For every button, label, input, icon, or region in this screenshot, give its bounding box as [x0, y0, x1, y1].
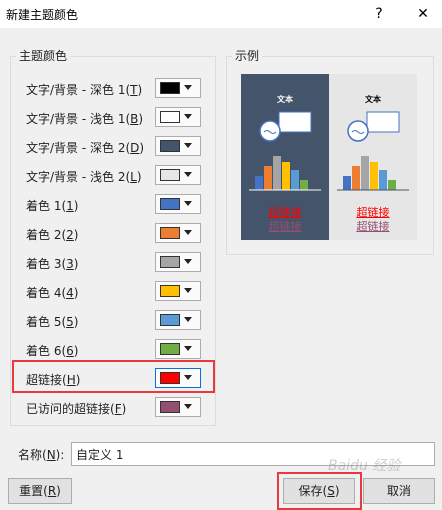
preview-dark-graphic [249, 111, 321, 191]
color-picker-button[interactable] [155, 223, 201, 243]
color-swatch [160, 140, 180, 152]
theme-color-label: 着色 1(1) [26, 199, 79, 213]
theme-color-label: 着色 5(5) [26, 315, 79, 329]
dropdown-arrow-icon [184, 375, 192, 380]
preview-light-textbox [366, 111, 400, 133]
sample-legend: 示例 [232, 47, 263, 64]
preview-light-panel: 文本 超链接 超链接 [329, 74, 417, 240]
color-swatch [160, 343, 180, 355]
preview-dark-visited-link: 超链接 [268, 220, 302, 233]
preview-light-bar-6 [388, 180, 396, 190]
color-picker-button[interactable] [155, 78, 201, 98]
theme-color-label: 着色 6(6) [26, 344, 79, 358]
color-swatch [160, 401, 180, 413]
theme-color-label: 文字/背景 - 深色 2(D) [26, 141, 145, 155]
preview-dark-bar-5 [291, 170, 299, 190]
reset-button[interactable]: 重置(R) [8, 478, 72, 504]
color-swatch [160, 256, 180, 268]
preview-dark-bar-4 [282, 162, 290, 190]
color-swatch [160, 82, 180, 94]
color-swatch [160, 169, 180, 181]
dropdown-arrow-icon [184, 317, 192, 322]
color-picker-button[interactable] [155, 281, 201, 301]
dropdown-arrow-icon [184, 114, 192, 119]
dropdown-arrow-icon [184, 288, 192, 293]
dropdown-arrow-icon [184, 259, 192, 264]
color-picker-button[interactable] [155, 252, 201, 272]
name-label: 名称(N): [18, 448, 65, 462]
theme-color-label: 已访问的超链接(F) [26, 402, 127, 416]
dropdown-arrow-icon [184, 404, 192, 409]
preview-light-text: 文本 [365, 95, 381, 104]
color-picker-button[interactable] [155, 165, 201, 185]
color-swatch [160, 285, 180, 297]
watermark: Baidu 经验 [328, 458, 401, 474]
preview-light-bar-5 [379, 170, 387, 190]
color-swatch [160, 372, 180, 384]
dropdown-arrow-icon [184, 172, 192, 177]
theme-color-label: 文字/背景 - 深色 1(T) [26, 83, 143, 97]
color-picker-button[interactable] [155, 339, 201, 359]
color-picker-button[interactable] [155, 136, 201, 156]
color-picker-button[interactable] [155, 310, 201, 330]
theme-color-label: 超链接(H) [26, 373, 81, 387]
color-swatch [160, 198, 180, 210]
color-swatch [160, 111, 180, 123]
preview-dark-textbox [278, 111, 312, 133]
preview-dark-bar-2 [264, 166, 272, 190]
preview-light-bar-1 [343, 176, 351, 190]
save-button[interactable]: 保存(S) [283, 478, 355, 504]
color-swatch [160, 227, 180, 239]
preview-dark-text: 文本 [277, 95, 293, 104]
cancel-button[interactable]: 取消 [363, 478, 435, 504]
theme-color-label: 着色 4(4) [26, 286, 79, 300]
window-title: 新建主题颜色 [6, 8, 79, 22]
color-swatch [160, 314, 180, 326]
preview-dark-bar-1 [255, 176, 263, 190]
dropdown-arrow-icon [184, 230, 192, 235]
preview-light-bar-4 [370, 162, 378, 190]
preview-light-bar-3 [361, 156, 369, 190]
preview-light-visited-link: 超链接 [356, 220, 390, 233]
color-picker-button[interactable] [155, 194, 201, 214]
title-bar: 新建主题颜色 ? ✕ [0, 0, 442, 28]
preview-dark-panel: 文本 超链接 超链接 [241, 74, 329, 240]
dropdown-arrow-icon [184, 201, 192, 206]
theme-preview: 文本 超链接 超链接 文本 超链接 超链接 [241, 74, 417, 240]
dropdown-arrow-icon [184, 346, 192, 351]
dropdown-arrow-icon [184, 85, 192, 90]
theme-color-label: 着色 2(2) [26, 228, 79, 242]
theme-colors-legend: 主题颜色 [16, 47, 71, 64]
theme-color-label: 文字/背景 - 浅色 1(B) [26, 112, 144, 126]
preview-dark-bar-3 [273, 156, 281, 190]
preview-dark-circle [259, 120, 281, 142]
preview-light-graphic [337, 111, 409, 191]
theme-color-label: 着色 3(3) [26, 257, 79, 271]
color-picker-button[interactable] [155, 368, 201, 388]
preview-light-circle [347, 120, 369, 142]
color-picker-button[interactable] [155, 107, 201, 127]
color-picker-button[interactable] [155, 397, 201, 417]
preview-dark-bar-6 [300, 180, 308, 190]
theme-color-label: 文字/背景 - 浅色 2(L) [26, 170, 142, 184]
preview-light-bar-2 [352, 166, 360, 190]
dropdown-arrow-icon [184, 143, 192, 148]
close-icon[interactable]: ✕ [410, 3, 436, 25]
help-icon[interactable]: ? [366, 3, 392, 25]
